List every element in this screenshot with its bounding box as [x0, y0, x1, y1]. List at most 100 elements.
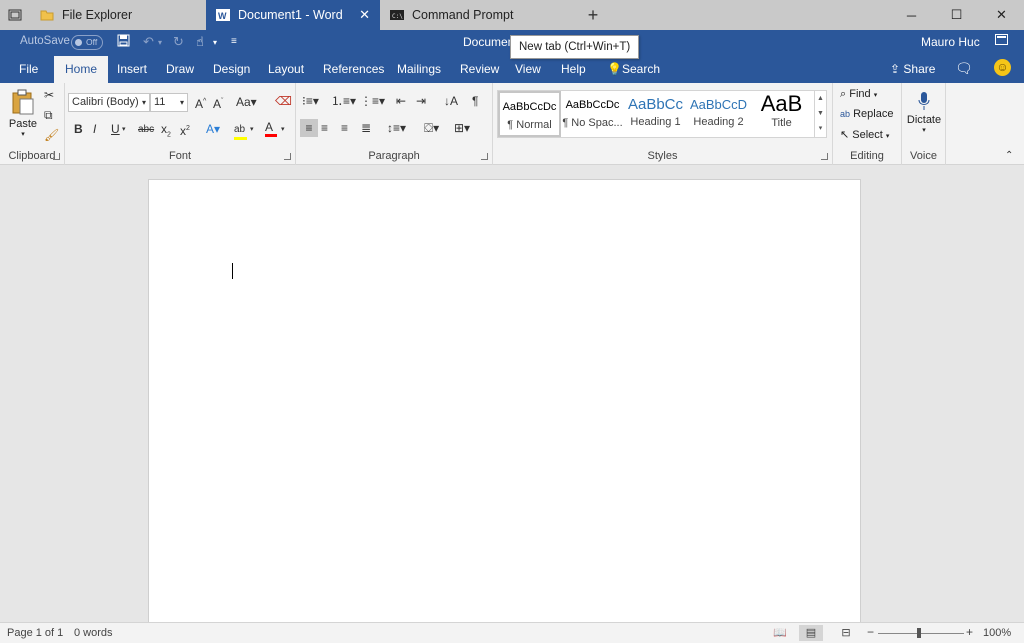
find-button[interactable]: ⌕ Find ▾ — [840, 88, 877, 101]
styles-launcher-icon[interactable] — [821, 153, 828, 160]
style-heading-2[interactable]: AaBbCcD Heading 2 — [687, 91, 750, 137]
clear-formatting-icon[interactable]: ⌫ — [275, 94, 292, 108]
font-launcher-icon[interactable] — [284, 153, 291, 160]
style-heading-1[interactable]: AaBbCc Heading 1 — [624, 91, 687, 137]
clipboard-launcher-icon[interactable] — [53, 153, 60, 160]
close-window-icon[interactable]: ✕ — [979, 0, 1024, 30]
word-count[interactable]: 0 words — [74, 627, 113, 639]
change-case-icon[interactable]: Aa▾ — [236, 95, 257, 109]
sort-icon[interactable]: ↓A — [444, 94, 458, 108]
tab-review[interactable]: Review — [460, 56, 499, 83]
tab-layout[interactable]: Layout — [268, 56, 304, 83]
zoom-slider[interactable] — [878, 633, 964, 634]
font-color-dropdown-icon[interactable]: ▾ — [281, 123, 285, 137]
align-left-icon[interactable]: ≡ — [300, 119, 318, 137]
feedback-smiley-icon[interactable]: ☺ — [994, 59, 1011, 76]
text-effects-icon[interactable]: A▾ — [206, 122, 220, 136]
copy-icon[interactable]: ⧉ — [44, 108, 53, 122]
tab-file[interactable]: File — [19, 56, 38, 83]
shading-icon[interactable]: ⛋▾ — [424, 121, 439, 135]
highlight-icon[interactable]: ab — [234, 121, 247, 140]
dictate-button[interactable]: Dictate ▾ — [902, 91, 946, 134]
shrink-font-icon[interactable]: Aˇ — [213, 95, 223, 111]
tab-draw[interactable]: Draw — [166, 56, 194, 83]
redo-icon[interactable]: ↻ — [173, 34, 184, 50]
highlight-dropdown-icon[interactable]: ▾ — [250, 123, 254, 137]
font-name-box[interactable]: Calibri (Body) ▾ — [68, 93, 150, 112]
document-page[interactable] — [148, 179, 861, 622]
justify-icon[interactable]: ≣ — [361, 121, 371, 135]
decrease-indent-icon[interactable]: ⇤ — [396, 94, 406, 108]
grow-font-icon[interactable]: A^ — [195, 95, 206, 111]
page-count[interactable]: Page 1 of 1 — [7, 627, 63, 639]
align-center-icon[interactable]: ≡ — [321, 121, 328, 135]
styles-gallery-scroll[interactable]: ▲ ▼ ▾ — [814, 91, 826, 137]
tab-word-document[interactable]: W Document1 - Word ✕ — [206, 0, 380, 30]
scroll-up-icon[interactable]: ▲ — [815, 91, 826, 106]
tab-references[interactable]: References — [323, 56, 384, 83]
tab-mailings[interactable]: Mailings — [397, 56, 441, 83]
touch-mode-icon[interactable]: ☝ — [196, 34, 204, 50]
customize-qat-icon[interactable]: ≡ — [231, 36, 237, 47]
subscript-icon[interactable]: x2 — [161, 122, 171, 142]
undo-dropdown-icon[interactable]: ▾ — [158, 38, 162, 47]
paragraph-launcher-icon[interactable] — [481, 153, 488, 160]
search-tell-me[interactable]: Search — [622, 56, 660, 83]
more-styles-icon[interactable]: ▾ — [815, 121, 826, 136]
bold-icon[interactable]: B — [74, 122, 83, 136]
tab-home[interactable]: Home — [54, 56, 109, 83]
increase-indent-icon[interactable]: ⇥ — [416, 94, 426, 108]
web-layout-icon[interactable]: ⊟ — [834, 625, 858, 641]
user-name[interactable]: Mauro Huc — [921, 35, 980, 49]
tab-design[interactable]: Design — [213, 56, 250, 83]
align-right-icon[interactable]: ≡ — [341, 121, 348, 135]
show-formatting-marks-icon[interactable]: ¶ — [472, 94, 478, 108]
tab-insert[interactable]: Insert — [117, 56, 147, 83]
zoom-out-icon[interactable]: − — [867, 625, 874, 639]
italic-icon[interactable]: I — [93, 122, 96, 136]
zoom-level[interactable]: 100% — [983, 627, 1011, 639]
minimize-icon[interactable]: ─ — [889, 0, 934, 30]
replace-button[interactable]: ab Replace — [840, 108, 893, 120]
underline-icon[interactable]: U — [111, 122, 120, 136]
tab-command-prompt[interactable]: C:\ Command Prompt — [380, 0, 580, 30]
maximize-icon[interactable]: ☐ — [934, 0, 979, 30]
save-icon[interactable] — [117, 34, 130, 50]
tab-file-explorer[interactable]: File Explorer — [30, 0, 206, 30]
zoom-slider-thumb[interactable] — [917, 628, 921, 638]
tab-view[interactable]: View — [515, 56, 541, 83]
font-color-icon[interactable]: A — [265, 120, 277, 137]
borders-icon[interactable]: ⊞▾ — [454, 121, 470, 135]
underline-dropdown-icon[interactable]: ▾ — [122, 123, 126, 137]
close-icon[interactable]: ✕ — [359, 7, 370, 23]
ribbon-display-options-icon[interactable] — [995, 34, 1008, 48]
select-button[interactable]: ↖ Select ▾ — [840, 128, 889, 141]
new-tab-button[interactable]: + — [580, 0, 606, 30]
touch-dropdown-icon[interactable]: ▾ — [213, 38, 217, 47]
tab-help[interactable]: Help — [561, 56, 586, 83]
line-spacing-icon[interactable]: ↕≡▾ — [387, 121, 406, 135]
numbering-icon[interactable]: ⒈≡▾ — [331, 94, 356, 108]
zoom-in-icon[interactable]: + — [966, 625, 973, 639]
share-button[interactable]: ⇪ Share — [890, 62, 935, 76]
scroll-down-icon[interactable]: ▼ — [815, 106, 826, 121]
style-normal[interactable]: AaBbCcDc ¶ Normal — [498, 91, 561, 137]
cut-icon[interactable]: ✂ — [44, 88, 54, 102]
strikethrough-icon[interactable]: abc — [138, 123, 154, 137]
style-no-spacing[interactable]: AaBbCcDc ¶ No Spac... — [561, 91, 624, 137]
undo-icon[interactable]: ↶ — [143, 34, 154, 50]
autosave-toggle[interactable]: Off — [71, 35, 103, 50]
read-mode-icon[interactable]: 📖 — [768, 625, 792, 641]
font-size-box[interactable]: 11 ▾ — [150, 93, 188, 112]
bullets-icon[interactable]: ⁝≡▾ — [302, 94, 319, 108]
style-title[interactable]: AaB Title — [750, 91, 813, 137]
collapse-ribbon-icon[interactable]: ⌃ — [1005, 149, 1013, 163]
multilevel-list-icon[interactable]: ⋮≡▾ — [360, 94, 385, 108]
format-painter-icon[interactable]: 🖌 — [44, 128, 59, 142]
lightbulb-icon[interactable]: 💡 — [607, 56, 622, 83]
superscript-icon[interactable]: x2 — [180, 122, 190, 138]
comments-icon[interactable]: 🗨 — [955, 60, 973, 77]
paste-button[interactable]: Paste ▾ — [8, 89, 38, 147]
print-layout-icon[interactable]: ▤ — [799, 625, 823, 641]
task-view-icon[interactable] — [0, 0, 30, 30]
